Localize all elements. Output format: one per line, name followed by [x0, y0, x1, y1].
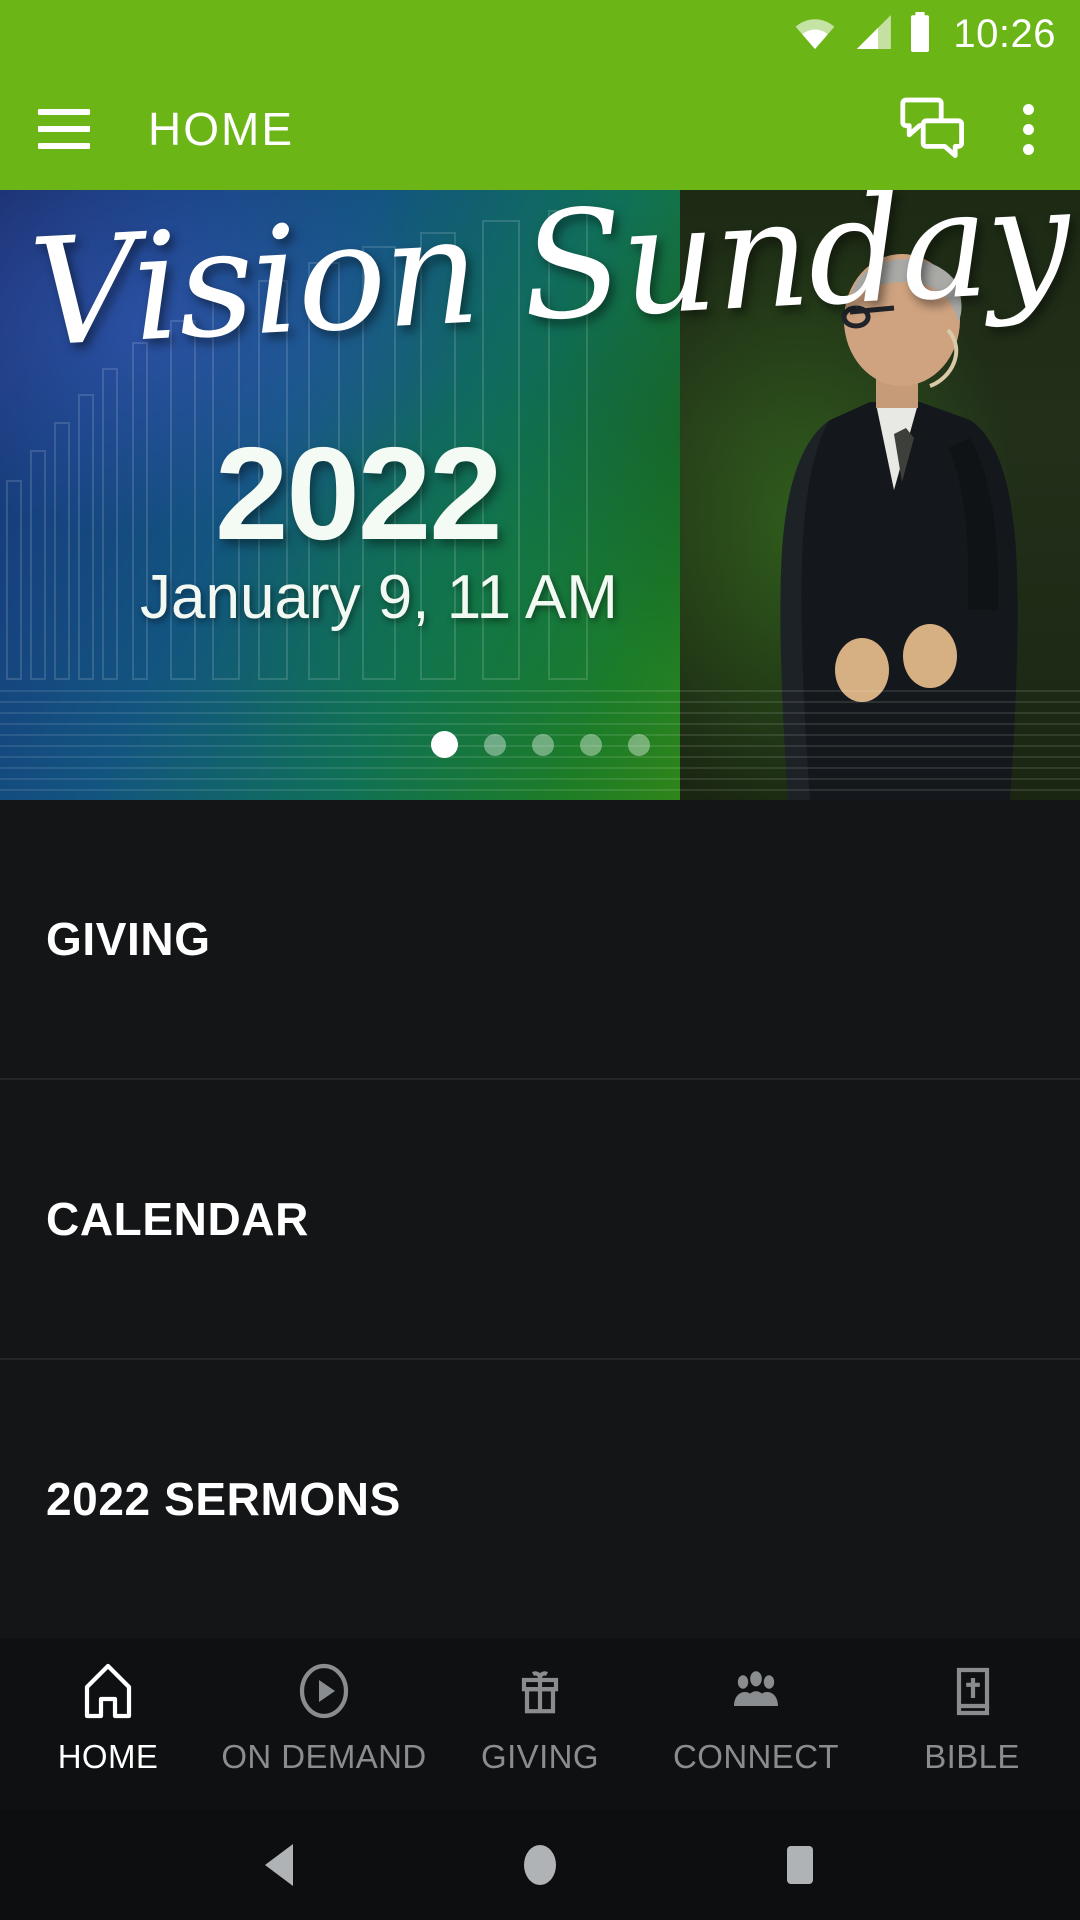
menu-list: GIVING CALENDAR 2022 SERMONS — [0, 800, 1080, 1638]
carousel-indicator — [0, 731, 1080, 758]
hero-carousel[interactable]: Vision Sunday 2022 January 9, 11 AM — [0, 190, 1080, 800]
carousel-dot-1[interactable] — [430, 731, 458, 758]
bible-cross-icon — [943, 1660, 1001, 1722]
list-item-calendar[interactable]: CALENDAR — [0, 1080, 1080, 1360]
hero-script-title: Vision Sunday — [25, 190, 1073, 380]
tab-label: GIVING — [481, 1738, 599, 1775]
hero-year: 2022 — [215, 420, 503, 567]
tab-label: HOME — [57, 1738, 159, 1775]
status-bar-clock: 10:26 — [953, 11, 1056, 56]
page-title: HOME — [148, 103, 294, 155]
more-vertical-icon[interactable] — [1014, 98, 1042, 161]
gift-icon — [511, 1660, 569, 1722]
wifi-icon — [793, 15, 837, 54]
back-button[interactable] — [220, 1830, 340, 1900]
battery-icon — [907, 11, 933, 57]
carousel-dot-3[interactable] — [531, 733, 554, 756]
tab-giving[interactable]: GIVING — [432, 1660, 648, 1776]
carousel-dot-5[interactable] — [627, 733, 650, 756]
tab-on-demand[interactable]: ON DEMAND — [216, 1660, 432, 1776]
tab-bible[interactable]: BIBLE — [864, 1660, 1080, 1776]
bottom-tab-bar: HOME ON DEMAND GIVING CONNECT BIBLE — [0, 1638, 1080, 1810]
list-item-2022-sermons[interactable]: 2022 SERMONS — [0, 1360, 1080, 1638]
recents-button[interactable] — [740, 1830, 860, 1900]
list-item-label: 2022 SERMONS — [46, 1473, 401, 1525]
play-circle-icon — [295, 1660, 353, 1722]
tab-label: BIBLE — [924, 1738, 1020, 1775]
tab-home[interactable]: HOME — [0, 1660, 216, 1776]
list-item-giving[interactable]: GIVING — [0, 800, 1080, 1080]
app-bar: HOME — [0, 68, 1080, 190]
chat-bubbles-icon[interactable] — [900, 96, 966, 163]
tab-connect[interactable]: CONNECT — [648, 1660, 864, 1776]
carousel-dot-4[interactable] — [579, 733, 602, 756]
home-button[interactable] — [480, 1830, 600, 1900]
home-church-icon — [79, 1660, 137, 1722]
people-group-icon — [727, 1660, 785, 1722]
system-navigation-bar — [0, 1810, 1080, 1920]
status-bar-icons — [793, 11, 933, 57]
tab-label: ON DEMAND — [221, 1738, 427, 1775]
status-bar: 10:26 — [0, 0, 1080, 68]
hamburger-menu-icon[interactable] — [38, 109, 90, 149]
app-bar-actions — [900, 96, 1042, 163]
list-item-label: GIVING — [46, 913, 211, 965]
tab-label: CONNECT — [673, 1738, 839, 1775]
list-item-label: CALENDAR — [46, 1193, 309, 1245]
hero-date-time: January 9, 11 AM — [140, 563, 618, 632]
app-root: 10:26 HOME Vision Sunday 2022 January 9,… — [0, 0, 1080, 1920]
cell-signal-icon — [851, 14, 893, 54]
carousel-dot-2[interactable] — [483, 733, 506, 756]
